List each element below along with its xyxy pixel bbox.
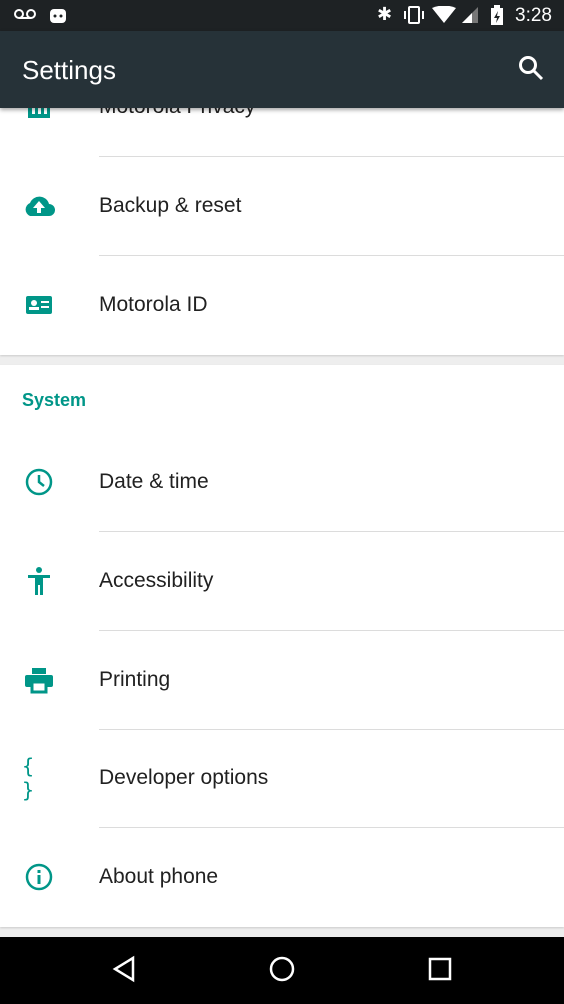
cloud-upload-icon	[22, 189, 56, 223]
app-bar: Settings	[0, 31, 564, 108]
battery-charging-icon	[491, 5, 503, 25]
search-icon[interactable]	[518, 55, 544, 81]
item-label: About phone	[99, 865, 219, 888]
recents-button[interactable]	[428, 955, 452, 988]
android-icon	[50, 9, 66, 23]
bluetooth-icon: ✱	[377, 4, 393, 24]
id-card-icon	[22, 288, 56, 322]
braces-icon: { }	[22, 754, 35, 802]
info-icon	[22, 860, 56, 894]
page-title: Settings	[22, 55, 116, 85]
printer-icon	[22, 663, 56, 697]
settings-item-about-phone[interactable]: About phone	[0, 828, 564, 927]
wifi-signal-icon	[432, 6, 478, 23]
settings-item-backup-reset[interactable]: Backup & reset	[0, 157, 564, 256]
vibrate-icon	[404, 6, 424, 24]
clock-icon	[22, 465, 56, 499]
settings-item-motorola-id[interactable]: Motorola ID	[0, 256, 564, 355]
item-label: Backup & reset	[99, 194, 242, 217]
item-label: Accessibility	[99, 569, 214, 592]
settings-item-accessibility[interactable]: Accessibility	[0, 532, 564, 631]
item-label: Printing	[99, 668, 171, 691]
settings-item-printing[interactable]: Printing	[0, 631, 564, 730]
home-button[interactable]	[268, 955, 296, 988]
back-button[interactable]	[112, 955, 136, 988]
clock-time: 3:28	[515, 5, 552, 26]
settings-item-date-time[interactable]: Date & time	[0, 433, 564, 532]
section-header-system: System	[22, 390, 87, 410]
system-card: System Date & time Accessibility Printin…	[0, 365, 564, 927]
settings-item-developer-options[interactable]: { } Developer options	[0, 729, 564, 828]
item-label: Date & time	[99, 470, 209, 493]
status-bar: ✱ 3:28	[0, 0, 564, 31]
voicemail-icon	[14, 9, 36, 19]
item-label: Developer options	[99, 766, 269, 789]
item-label: Motorola ID	[99, 293, 208, 316]
navigation-bar	[0, 937, 564, 1004]
accessibility-icon	[22, 564, 56, 598]
